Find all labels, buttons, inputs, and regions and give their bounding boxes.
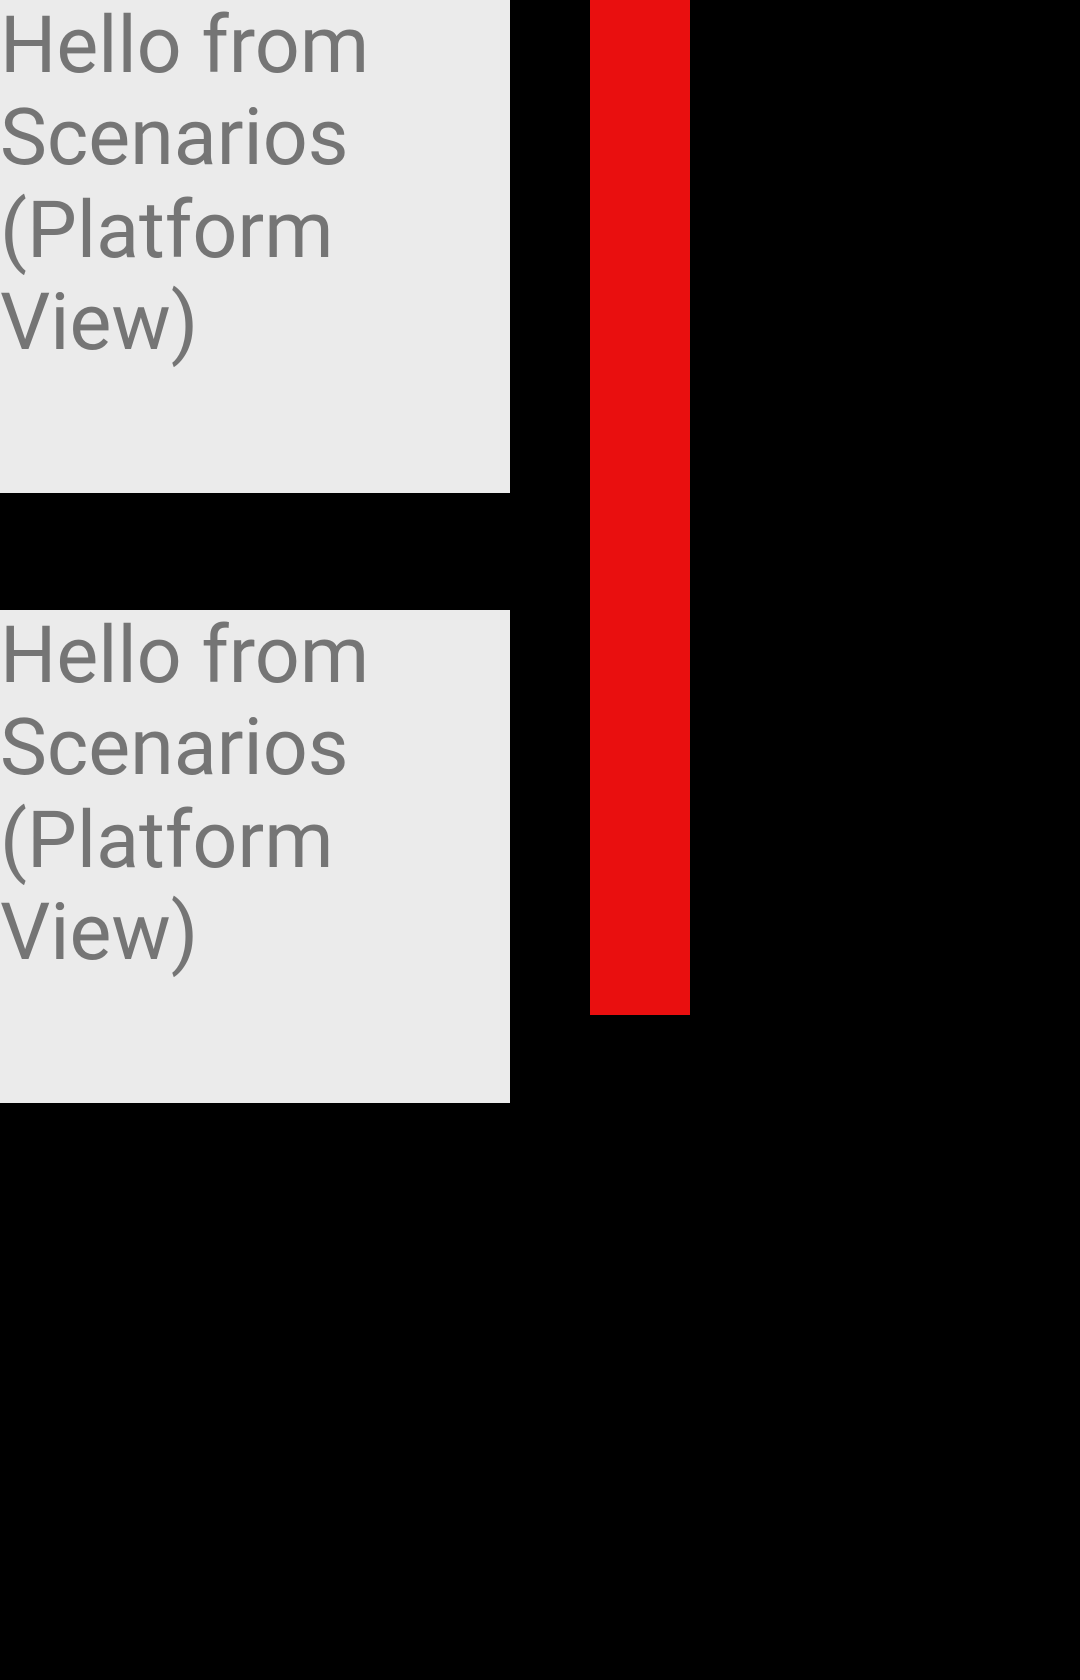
- platform-view-tile: Hello from Scenarios (Platform View): [0, 610, 510, 1103]
- platform-view-label: Hello from Scenarios (Platform View): [0, 610, 510, 980]
- platform-view-tile: Hello from Scenarios (Platform View): [0, 0, 510, 493]
- platform-view-label: Hello from Scenarios (Platform View): [0, 0, 510, 370]
- overlay-bar: [590, 0, 690, 1015]
